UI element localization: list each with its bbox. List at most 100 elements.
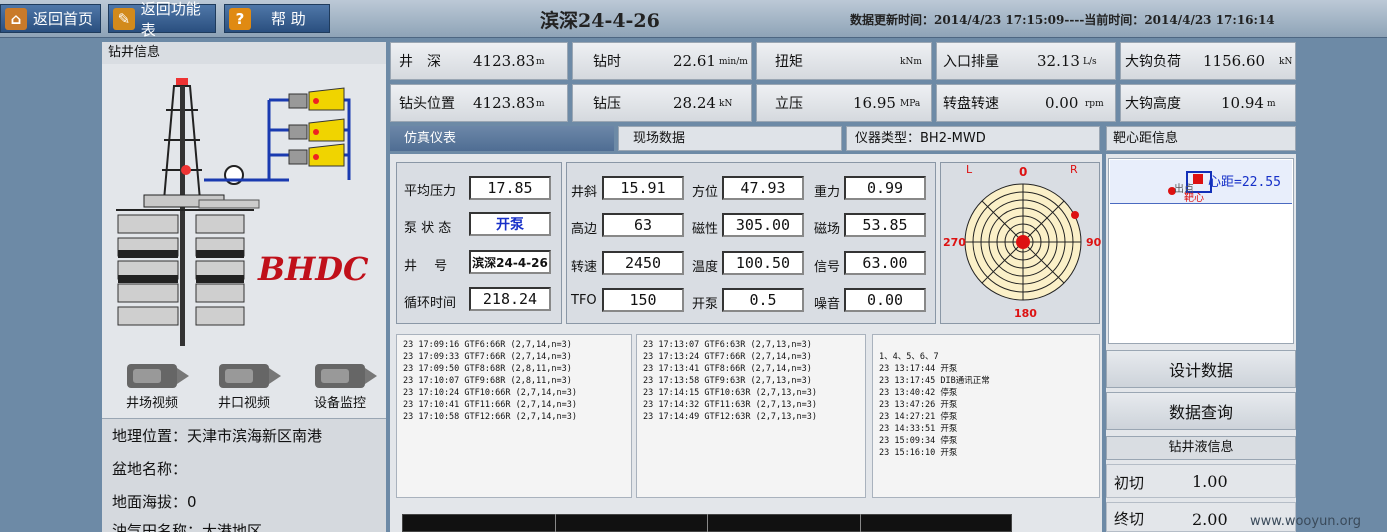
final-cut-value: 2.00: [1192, 510, 1228, 529]
metric-bit-position: 钻头位置 4123.83 m: [390, 84, 568, 122]
help-button-label: 帮 助: [271, 10, 306, 28]
metric-label: 钻压: [593, 96, 621, 112]
update-time-value: 2014/4/23 17:15:09: [934, 13, 1065, 27]
basin-row: 盆地名称：: [112, 458, 187, 479]
metric-wob: 钻压 28.24 kN: [572, 84, 752, 122]
home-button[interactable]: ⌂ 返回首页: [0, 4, 101, 33]
pump-on-value: 0.5: [722, 288, 804, 312]
cycle-time-value: 218.24: [469, 287, 551, 311]
gravity-label: 重力: [814, 185, 841, 200]
metric-unit: rpm: [1085, 99, 1104, 109]
magfield-value: 53.85: [844, 213, 926, 237]
metric-label: 入口排量: [943, 54, 999, 70]
field-value: 大港地区: [202, 522, 263, 532]
metric-label: 大钩高度: [1125, 96, 1181, 112]
strip-divider: [707, 514, 708, 532]
time-separator: ----: [1064, 13, 1085, 27]
function-menu-label: 返回功能表: [140, 0, 201, 39]
initial-cut-value: 1.00: [1192, 472, 1228, 491]
page-title: 滨深24-4-26: [540, 10, 660, 32]
elevation-label: 地面海拔：: [112, 493, 188, 511]
magnetic-value: 305.00: [722, 213, 804, 237]
metric-inlet-flow: 入口排量 32.13 L/s: [936, 42, 1116, 80]
function-menu-button[interactable]: ✎ 返回功能表: [108, 0, 216, 39]
metric-label: 大钩负荷: [1125, 54, 1181, 70]
metric-value: 16.95: [853, 94, 896, 112]
tab-simulation[interactable]: 仿真仪表: [390, 126, 614, 151]
compass-90-label: 90: [1086, 236, 1102, 249]
metric-well-depth: 井 深 4123.83 m: [390, 42, 568, 80]
metric-drill-time: 钻时 22.61 min/m: [572, 42, 752, 80]
camera-icon: [219, 364, 281, 388]
design-data-button[interactable]: 设计数据: [1106, 350, 1296, 388]
metric-value: 4123.83: [473, 94, 536, 112]
speed-label: 转速: [571, 260, 598, 275]
camera-icon: [315, 364, 377, 388]
metric-unit: m: [1267, 99, 1276, 109]
current-time-label: 当前时间：: [1084, 13, 1145, 27]
noise-label: 噪音: [814, 297, 841, 312]
temperature-value: 100.50: [722, 251, 804, 275]
inclination-label: 井斜: [571, 185, 598, 200]
wellhead-video-label: 井口视频: [217, 396, 270, 411]
home-icon: ⌂: [5, 7, 27, 30]
pump-status-label: 泵 状 态: [404, 221, 452, 236]
equipment-monitor-button[interactable]: 设备监控: [296, 364, 384, 414]
tab-field-data[interactable]: 现场数据: [618, 126, 842, 151]
temperature-label: 温度: [692, 260, 719, 275]
site-video-button[interactable]: 井场视频: [108, 364, 196, 414]
help-button[interactable]: ? 帮 助: [224, 4, 330, 33]
metric-value: 32.13: [1037, 52, 1080, 70]
current-time-value: 2014/4/23 17:16:14: [1144, 13, 1275, 27]
drilling-info-title: 钻井信息: [102, 42, 386, 64]
metric-label: 钻时: [593, 54, 621, 70]
gravity-value: 0.99: [844, 176, 926, 200]
wellhead-video-button[interactable]: 井口视频: [200, 364, 288, 414]
target-sub2: 靶心: [1184, 193, 1204, 204]
metric-label: 立压: [775, 96, 803, 112]
equipment-monitor-label: 设备监控: [313, 396, 366, 411]
compass-r-label: R: [1070, 163, 1078, 176]
signal-label: 信号: [814, 260, 841, 275]
highside-label: 高边: [571, 222, 598, 237]
pump-status-value: 开泵: [469, 212, 551, 236]
bhdc-logo: BHDC: [258, 250, 369, 288]
event-log: 1、4、5、6、7 23 13:17:44 开泵 23 13:17:45 DIB…: [872, 334, 1100, 498]
avg-pressure-label: 平均压力: [404, 184, 457, 199]
signal-value: 63.00: [844, 251, 926, 275]
metric-unit: kNm: [900, 57, 922, 67]
metric-value: 28.24: [673, 94, 716, 112]
target-center: [1193, 174, 1203, 184]
metric-value: 4123.83: [473, 52, 536, 70]
strip-divider: [860, 514, 861, 532]
tfo-value: 150: [602, 288, 684, 312]
instrument-value: BH2-MWD: [920, 131, 986, 146]
metric-value: 10.94: [1221, 94, 1264, 112]
metric-label: 转盘转速: [943, 96, 999, 112]
strip-divider: [555, 514, 556, 532]
elevation-row: 地面海拔：0: [112, 491, 197, 512]
tfo-label: TFO: [571, 293, 597, 308]
azimuth-label: 方位: [692, 185, 719, 200]
metric-unit: kN: [719, 99, 733, 109]
speed-value: 2450: [602, 251, 684, 275]
metric-label: 扭矩: [775, 54, 803, 70]
metric-unit: m: [536, 57, 545, 67]
azimuth-value: 47.93: [722, 176, 804, 200]
metric-unit: L/s: [1083, 57, 1097, 67]
data-query-button[interactable]: 数据查询: [1106, 392, 1296, 430]
question-icon: ?: [229, 7, 251, 30]
camera-icon: [127, 364, 189, 388]
metric-unit: MPa: [900, 99, 921, 109]
pump-on-label: 开泵: [692, 297, 719, 312]
well-no-label: 井 号: [404, 259, 448, 274]
wrench-icon: ✎: [113, 7, 135, 30]
initial-cut-label: 初切: [1114, 474, 1145, 492]
compass-l-label: L: [966, 163, 973, 176]
final-cut-label: 终切: [1114, 510, 1145, 528]
cycle-time-label: 循环时间: [404, 296, 457, 311]
field-row: 油气田名称：大港地区: [112, 520, 262, 532]
highside-value: 63: [602, 213, 684, 237]
compass-180-label: 180: [1014, 307, 1037, 320]
instrument-label: 仪器类型：: [855, 131, 921, 146]
